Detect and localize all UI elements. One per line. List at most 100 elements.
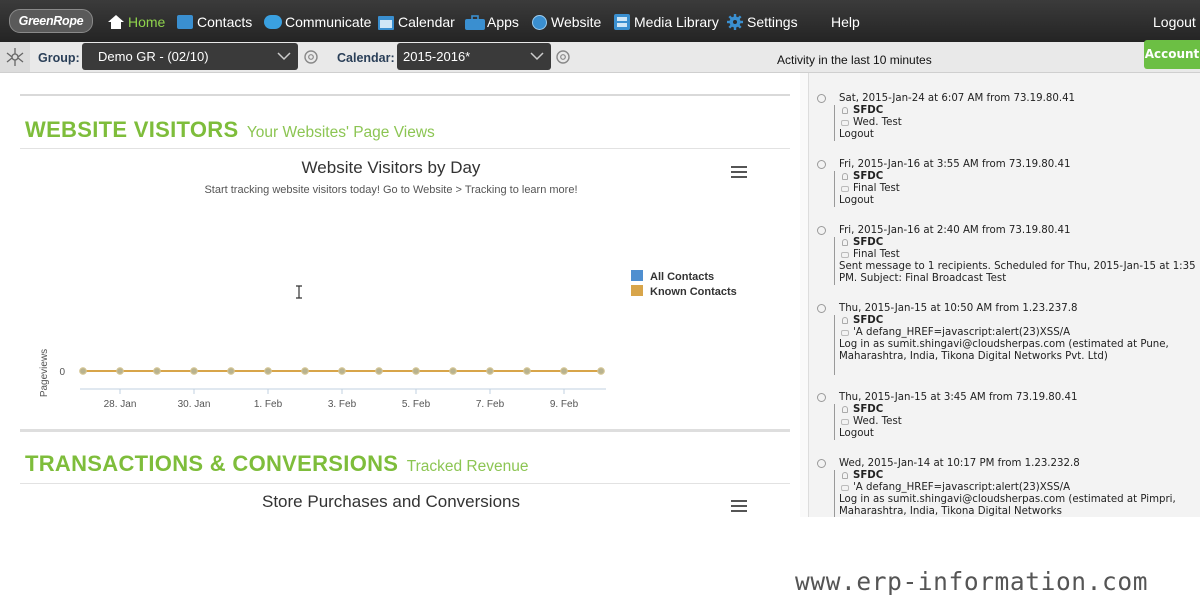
nav-contacts-label: Contacts xyxy=(197,14,253,30)
gear-icon xyxy=(727,14,743,30)
activity-entry-body: Sat, 2015-Jan-24 at 6:07 AM from 73.19.8… xyxy=(839,93,1197,141)
activity-timestamp: Wed, 2015-Jan-14 at 10:17 PM from 1.23.2… xyxy=(839,458,1080,469)
chat-bubble-icon xyxy=(264,15,282,29)
chevron-down-icon xyxy=(277,52,291,61)
x-tick-label: 7. Feb xyxy=(476,399,505,410)
entry-rule xyxy=(834,315,835,375)
data-point xyxy=(412,367,420,375)
group-value: Demo GR - (02/10) xyxy=(98,49,209,64)
nav-media-library[interactable]: Media Library xyxy=(614,13,719,31)
logout-label: Logout xyxy=(1153,14,1196,30)
top-nav: GreenRope Home Contacts Communicate Cale… xyxy=(0,0,1200,42)
website-visitors-chart: Website Visitors by Day Start tracking w… xyxy=(20,148,790,432)
divider xyxy=(20,94,790,96)
legend-label: Known Contacts xyxy=(650,286,737,298)
section-title: WEBSITE VISITORS xyxy=(25,117,239,142)
section-heading-website-visitors: WEBSITE VISITORS Your Websites' Page Vie… xyxy=(25,117,435,143)
activity-timestamp: Fri, 2015-Jan-16 at 2:40 AM from 73.19.8… xyxy=(839,225,1071,236)
activity-entry-body: Thu, 2015-Jan-15 at 10:50 AM from 1.23.2… xyxy=(839,303,1197,363)
nav-calendar-label: Calendar xyxy=(398,14,455,30)
calendar-settings-icon[interactable] xyxy=(554,48,572,66)
data-point xyxy=(523,367,531,375)
nav-calendar[interactable]: Calendar xyxy=(378,13,455,31)
activity-message: Logout xyxy=(839,129,874,140)
activity-user: SFDC xyxy=(839,237,1197,249)
contacts-icon xyxy=(177,15,193,29)
section-title: TRANSACTIONS & CONVERSIONS xyxy=(25,451,399,476)
data-point xyxy=(449,367,457,375)
calendar-icon xyxy=(378,15,394,30)
calendar-select[interactable]: 2015-2016* xyxy=(397,43,551,70)
entry-rule xyxy=(834,237,835,285)
nav-media-label: Media Library xyxy=(634,14,719,30)
chart-menu-icon[interactable] xyxy=(731,500,747,512)
entry-rule xyxy=(834,404,835,440)
section-heading-transactions: TRANSACTIONS & CONVERSIONS Tracked Reven… xyxy=(25,451,528,477)
activity-entry: Thu, 2015-Jan-15 at 10:50 AM from 1.23.2… xyxy=(817,303,1197,375)
activity-entry: Wed, 2015-Jan-14 at 10:17 PM from 1.23.2… xyxy=(817,458,1197,517)
legend-swatch xyxy=(631,285,643,296)
line-chart: 28. Jan 30. Jan 1. Feb 3. Feb 5. Feb 7. Feb 9.… xyxy=(39,270,737,410)
group-settings-icon[interactable] xyxy=(302,48,320,66)
activity-message: Sent message to 1 recipients. Scheduled … xyxy=(839,261,1196,284)
clock-icon xyxy=(817,393,826,402)
activity-timestamp: Fri, 2015-Jan-16 at 3:55 AM from 73.19.8… xyxy=(839,159,1071,170)
activity-timestamp: Thu, 2015-Jan-15 at 10:50 AM from 1.23.2… xyxy=(839,303,1078,314)
store-purchases-chart: Store Purchases and Conversions xyxy=(20,483,790,517)
nav-settings[interactable]: Settings xyxy=(727,13,798,31)
entry-rule xyxy=(834,470,835,517)
nav-home-label: Home xyxy=(128,14,166,30)
activity-message: Logout xyxy=(839,428,874,439)
activity-entry-body: Wed, 2015-Jan-14 at 10:17 PM from 1.23.2… xyxy=(839,458,1197,517)
data-point xyxy=(375,367,383,375)
activity-user: SFDC xyxy=(839,470,1197,482)
legend-swatch xyxy=(631,270,643,281)
logout-link[interactable]: Logout xyxy=(1153,13,1196,31)
activity-context: Final Test xyxy=(839,249,1197,261)
clock-icon xyxy=(817,459,826,468)
nav-apps[interactable]: Apps xyxy=(465,13,519,31)
nav-communicate[interactable]: Communicate xyxy=(264,13,371,31)
filter-bar: Group: Demo GR - (02/10) Calendar: 2015-… xyxy=(0,42,1200,73)
y-axis-label: Pageviews xyxy=(39,349,50,397)
activity-entry: Thu, 2015-Jan-15 at 3:45 AM from 73.19.8… xyxy=(817,392,1197,440)
activity-entry-body: Thu, 2015-Jan-15 at 3:45 AM from 73.19.8… xyxy=(839,392,1197,440)
globe-icon xyxy=(532,14,547,30)
activity-context: 'A defang_HREF=javascript:alert(23)XSS/A xyxy=(839,482,1197,494)
section-subtitle: Tracked Revenue xyxy=(406,458,529,475)
home-icon xyxy=(108,15,124,29)
watermark: www.erp-information.com xyxy=(795,567,1149,596)
nav-help[interactable]: Help xyxy=(831,13,860,31)
x-tick-label: 30. Jan xyxy=(178,399,211,410)
nav-help-label: Help xyxy=(831,14,860,30)
group-label: Group: xyxy=(38,51,80,65)
activity-timestamp: Thu, 2015-Jan-15 at 3:45 AM from 73.19.8… xyxy=(839,392,1078,403)
activity-context: Final Test xyxy=(839,183,1197,195)
clock-icon xyxy=(817,160,826,169)
activity-message: Log in as sumit.shingavi@cloudsherpas.co… xyxy=(839,339,1169,362)
account-button[interactable]: Account xyxy=(1144,40,1200,69)
activity-user: SFDC xyxy=(839,315,1197,327)
activity-user: SFDC xyxy=(839,105,1197,117)
group-select[interactable]: Demo GR - (02/10) xyxy=(82,43,298,70)
activity-feed: Sat, 2015-Jan-24 at 6:07 AM from 73.19.8… xyxy=(808,73,1200,517)
clock-icon xyxy=(817,94,826,103)
activity-entry: Sat, 2015-Jan-24 at 6:07 AM from 73.19.8… xyxy=(817,93,1197,141)
activity-entry-body: Fri, 2015-Jan-16 at 3:55 AM from 73.19.8… xyxy=(839,159,1197,207)
activity-timestamp: Sat, 2015-Jan-24 at 6:07 AM from 73.19.8… xyxy=(839,93,1076,104)
activity-context: Wed. Test xyxy=(839,117,1197,129)
activity-context: Wed. Test xyxy=(839,416,1197,428)
nav-home[interactable]: Home xyxy=(108,13,165,31)
network-icon xyxy=(6,48,24,66)
media-icon xyxy=(614,14,630,30)
data-point xyxy=(301,367,309,375)
nav-contacts[interactable]: Contacts xyxy=(177,13,252,31)
legend-label: All Contacts xyxy=(650,271,714,283)
logo[interactable]: GreenRope xyxy=(9,9,93,33)
nav-website-label: Website xyxy=(551,14,602,30)
text-cursor-icon xyxy=(296,285,302,299)
nav-website[interactable]: Website xyxy=(532,13,601,31)
chevron-down-icon xyxy=(530,52,544,61)
network-toggle[interactable] xyxy=(0,42,30,72)
briefcase-icon xyxy=(465,14,485,30)
